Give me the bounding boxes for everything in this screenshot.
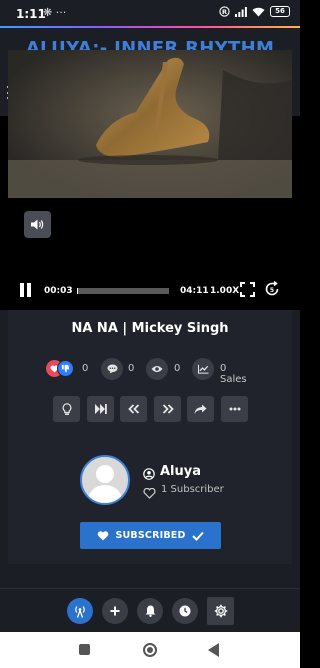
pause-button[interactable] — [20, 283, 34, 297]
more-icon — [229, 407, 240, 411]
comments-count: 0 — [128, 363, 135, 374]
fullscreen-icon[interactable] — [240, 282, 255, 297]
add-button[interactable] — [102, 598, 128, 624]
clock-icon — [179, 605, 191, 617]
broadcast-icon — [75, 605, 85, 618]
rewind-icon — [127, 404, 139, 414]
live-broadcast-button[interactable] — [67, 598, 93, 624]
progress-fill — [77, 288, 79, 294]
fast-forward-button[interactable] — [154, 396, 181, 422]
views-indicator — [146, 358, 168, 380]
subscribe-button[interactable]: SUBSCRIBED — [80, 522, 221, 549]
video-scene-shoe — [8, 50, 292, 198]
battery-icon: 56 — [270, 6, 290, 17]
sales-indicator — [192, 358, 214, 380]
notifications-button[interactable] — [137, 598, 163, 624]
heart-icon — [98, 530, 109, 540]
lightbulb-icon — [62, 402, 71, 415]
user-icon — [143, 465, 155, 484]
skip-forward-icon[interactable]: 5 — [264, 280, 280, 297]
lightbulb-button[interactable] — [53, 396, 80, 422]
rewind-button[interactable] — [120, 396, 147, 422]
status-gradient-line — [0, 26, 300, 28]
playback-speed-button[interactable]: 1.00X — [210, 286, 239, 296]
back-button[interactable] — [208, 643, 219, 657]
views-count: 0 — [174, 363, 181, 374]
status-notification-icons: ❋ ··· — [43, 6, 67, 19]
channel-name[interactable]: Aluya — [160, 464, 201, 479]
status-time: 1:11 — [16, 7, 46, 21]
volume-icon — [31, 219, 44, 230]
trend-chart-icon — [197, 364, 209, 374]
default-user-icon — [87, 465, 123, 503]
sales-label: 0 Sales — [220, 363, 247, 385]
plus-icon — [110, 606, 120, 616]
subscribe-label: SUBSCRIBED — [115, 530, 186, 541]
heart-outline-icon — [143, 484, 156, 503]
comments-button[interactable] — [101, 358, 123, 380]
gear-icon — [214, 604, 227, 618]
current-time: 00:03 — [44, 286, 73, 296]
reactions-count: 0 — [82, 363, 89, 374]
volume-button[interactable] — [24, 211, 51, 238]
reactions-button[interactable] — [46, 360, 76, 378]
more-options-button[interactable] — [221, 396, 248, 422]
registered-icon: R — [219, 6, 230, 17]
total-time: 04:11 — [180, 286, 209, 296]
next-track-icon — [94, 404, 107, 414]
svg-text:5: 5 — [270, 287, 274, 294]
progress-bar[interactable] — [77, 288, 169, 294]
recents-button[interactable] — [79, 644, 90, 655]
track-title: NA NA | Mickey Singh — [71, 321, 229, 336]
share-icon — [194, 404, 207, 414]
check-icon — [191, 531, 204, 541]
bell-icon — [145, 605, 155, 617]
fast-forward-icon — [162, 404, 174, 414]
status-right-icons: R 56 — [219, 6, 290, 17]
wifi-icon — [252, 7, 265, 17]
history-button[interactable] — [172, 598, 198, 624]
video-frame[interactable] — [8, 50, 292, 198]
settings-button[interactable] — [207, 597, 234, 625]
subscriber-count: 1 Subscriber — [161, 484, 224, 495]
next-track-button[interactable] — [87, 396, 114, 422]
share-button[interactable] — [187, 396, 214, 422]
comment-icon — [107, 364, 117, 374]
thumbs-down-icon — [57, 360, 74, 377]
channel-avatar[interactable] — [80, 455, 130, 505]
eye-icon — [151, 366, 163, 372]
home-button[interactable] — [143, 643, 157, 657]
signal-icon — [235, 6, 247, 17]
action-buttons-row — [53, 396, 249, 422]
status-bar: 1:11 ❋ ··· R 56 — [0, 0, 300, 28]
app-screen: 1:11 ❋ ··· R 56 ALUYA:- INNER RHYTHM Typ… — [0, 0, 300, 668]
svg-text:R: R — [222, 8, 227, 16]
